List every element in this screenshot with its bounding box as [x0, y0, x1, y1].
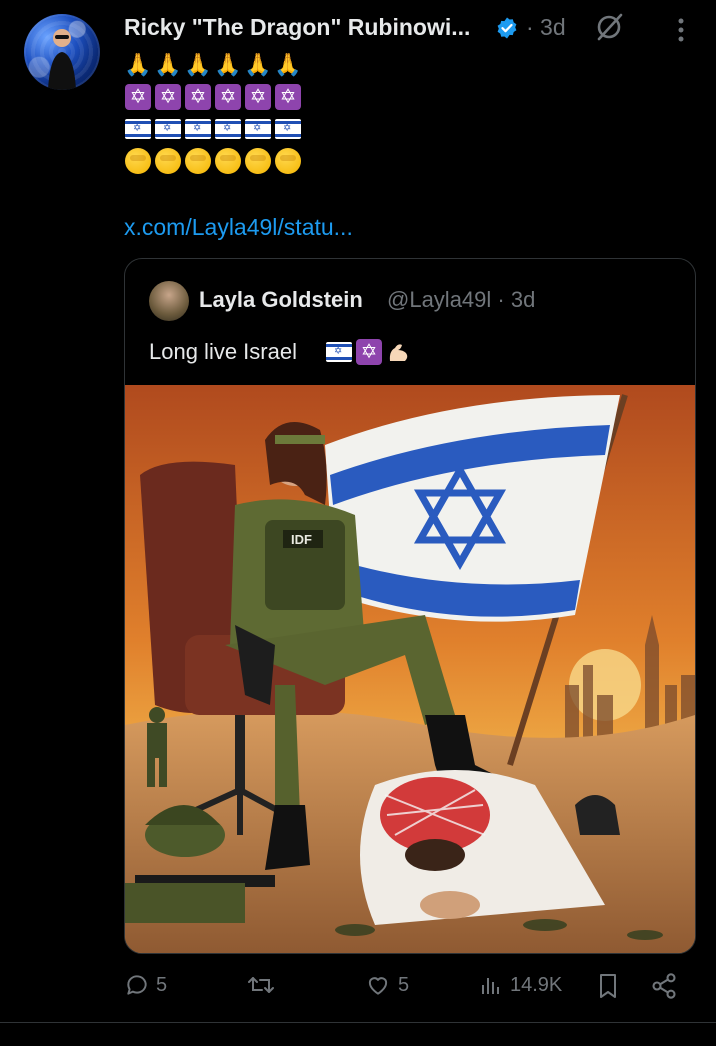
quoted-post-emojis: ✡ ✡	[325, 339, 413, 365]
quoted-author-name[interactable]: Layla Goldstein	[199, 287, 363, 313]
idf-patch-text: IDF	[291, 532, 312, 547]
avatar-person-graphic	[48, 29, 76, 90]
emoji-row-star: ✡ ✡ ✡ ✡ ✡ ✡	[124, 82, 302, 112]
share-icon	[652, 973, 676, 999]
saluting-face-emoji-icon	[244, 148, 272, 174]
folded-hands-emoji-icon: 🙏	[154, 52, 182, 77]
star-of-david-emoji-icon: ✡	[214, 84, 242, 110]
quoted-post-card[interactable]: Layla Goldstein @Layla49l · 3d Long live…	[124, 258, 696, 954]
star-of-david-emoji-icon: ✡	[154, 84, 182, 110]
like-count: 5	[398, 973, 410, 996]
emoji-row-flag: ✡ ✡ ✡ ✡ ✡ ✡	[124, 114, 302, 144]
quoted-post-text: Long live Israel	[149, 339, 297, 364]
israel-flag-emoji-icon: ✡	[325, 339, 353, 365]
folded-hands-emoji-icon: 🙏	[274, 52, 302, 77]
post-time[interactable]: · 3d	[526, 14, 566, 41]
reply-icon	[127, 975, 147, 995]
saluting-face-emoji-icon	[184, 148, 212, 174]
emoji-row-salute	[124, 146, 302, 176]
quoted-post-image[interactable]: IDF	[125, 385, 695, 953]
saluting-face-emoji-icon	[214, 148, 242, 174]
post-divider	[0, 1022, 716, 1023]
folded-hands-emoji-icon: 🙏	[244, 52, 272, 77]
star-of-david-emoji-icon: ✡	[274, 84, 302, 110]
heart-icon	[368, 977, 388, 995]
saluting-face-emoji-icon	[124, 148, 152, 174]
emoji-row-pray: 🙏 🙏 🙏 🙏 🙏 🙏	[124, 50, 302, 80]
israel-flag-emoji-icon: ✡	[214, 116, 242, 142]
bookmark-button[interactable]	[596, 972, 620, 1000]
israel-flag-emoji-icon: ✡	[244, 116, 272, 142]
views-button[interactable]: 14.9K	[480, 972, 562, 998]
views-count: 14.9K	[510, 973, 563, 996]
post-link[interactable]: x.com/Layla49l/statu...	[124, 214, 353, 241]
folded-hands-emoji-icon: 🙏	[124, 52, 152, 77]
israel-flag-emoji-icon: ✡	[274, 116, 302, 142]
saluting-face-emoji-icon	[154, 148, 182, 174]
post-header: Ricky "The Dragon" Rubinowi... · 3d	[124, 10, 716, 44]
folded-hands-emoji-icon: 🙏	[184, 52, 212, 77]
like-button[interactable]: 5	[364, 972, 409, 998]
share-button[interactable]	[650, 972, 678, 1000]
star-of-david-emoji-icon: ✡	[184, 84, 212, 110]
more-options-icon[interactable]	[672, 16, 690, 44]
author-name[interactable]: Ricky "The Dragon" Rubinowi...	[124, 14, 470, 41]
israel-flag-emoji-icon: ✡	[184, 116, 212, 142]
saluting-face-emoji-icon	[274, 148, 302, 174]
reply-count: 5	[156, 973, 168, 996]
verified-badge-icon	[497, 17, 517, 39]
quoted-author-handle[interactable]: @Layla49l · 3d	[387, 287, 535, 313]
repost-button[interactable]	[246, 972, 276, 998]
flexed-biceps-emoji-icon	[385, 339, 413, 365]
reply-button[interactable]: 5	[124, 972, 167, 998]
folded-hands-emoji-icon: 🙏	[214, 52, 242, 77]
quoted-author-avatar[interactable]	[149, 281, 189, 321]
star-of-david-emoji-icon: ✡	[355, 339, 383, 365]
bookmark-icon	[600, 974, 616, 998]
star-of-david-emoji-icon: ✡	[124, 84, 152, 110]
grok-icon[interactable]	[594, 12, 624, 42]
author-avatar[interactable]	[24, 14, 100, 90]
post-actions-bar: 5 5 14.9K	[124, 972, 684, 1006]
israel-flag-emoji-icon: ✡	[124, 116, 152, 142]
post-emoji-body: 🙏 🙏 🙏 🙏 🙏 🙏 ✡ ✡ ✡ ✡ ✡ ✡ ✡ ✡ ✡ ✡ ✡ ✡	[124, 50, 302, 178]
star-of-david-emoji-icon: ✡	[244, 84, 272, 110]
views-bar-chart-icon	[482, 978, 499, 994]
israel-flag-emoji-icon: ✡	[154, 116, 182, 142]
repost-icon	[248, 977, 274, 993]
